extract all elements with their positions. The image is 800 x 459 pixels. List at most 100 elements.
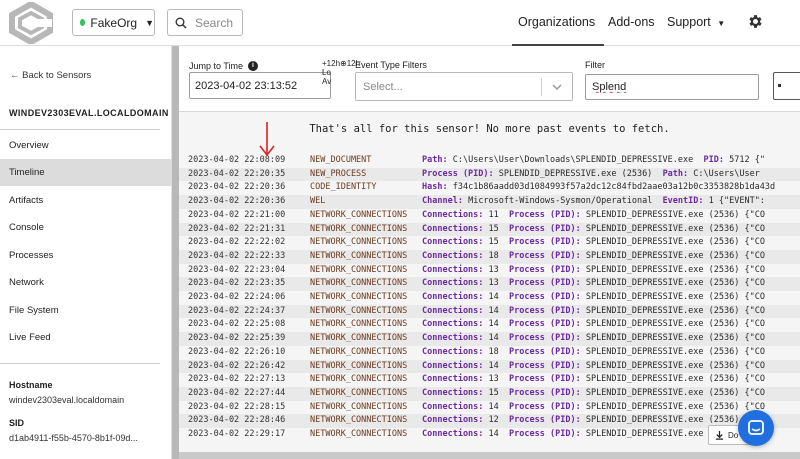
field-value: SPLENDID_DEPRESSIVE.exe (2536) {"CO [585,264,765,275]
event-type: NETWORK_CONNECTIONS [310,278,408,289]
field-key: Connections: [422,264,484,275]
filter-input[interactable] [585,74,759,100]
timeline-event-row[interactable]: 2023-04-02 22:26:42 NETWORK_CONNECTIONS Co… [179,359,800,374]
field-key: Process (PID): [509,429,581,439]
event-details: Connections: 15 Process (PID): SPLENDID_… [422,236,765,250]
timeline-event-row[interactable]: 2023-04-02 22:27:13 NETWORK_CONNECTIONS Co… [179,373,800,387]
field-key: Process (PID): [509,305,581,316]
nav-support-label: Support [667,15,711,29]
org-selector[interactable]: FakeOrg ▼ [72,9,155,36]
field-value: 1 {"EVENT": [708,196,765,207]
timeline-event-row[interactable]: 2023-04-02 22:23:04 NETWORK_CONNECTIONS Co… [179,264,800,278]
sidebar-item-network[interactable]: Network [0,269,172,296]
event-details: Path: C:\Users\User\Downloads\SPLENDID_D… [422,154,765,168]
nav-addons[interactable]: Add-ons [608,15,655,29]
timeline-event-row[interactable]: 2023-04-02 22:24:37 NETWORK_CONNECTIONS Co… [179,304,800,319]
event-timestamp: 2023-04-02 22:28:46 [188,415,286,426]
field-value: 14 [488,429,499,439]
event-details: Connections: 14 Process (PID): SPLENDID_… [422,291,765,305]
timeline-event-row[interactable]: 2023-04-02 22:20:36 WEL Channel: Microsoft… [179,195,800,209]
nav-organizations[interactable]: Organizations [518,15,595,29]
back-to-sensors-link[interactable]: ← Back to Sensors [10,70,91,81]
sidebar-item-processes[interactable]: Processes [0,242,172,269]
timeline-event-row[interactable]: 2023-04-02 22:20:36 CODE_IDENTITY Hash: f3… [179,181,800,195]
event-details: Connections: 11 Process (PID): SPLENDID_… [422,209,765,223]
timeline-event-row[interactable]: 2023-04-02 22:28:46 NETWORK_CONNECTIONS Co… [179,414,800,428]
chat-widget-button[interactable] [738,410,774,446]
jump-to-time-input[interactable] [189,72,331,99]
timeline-event-row[interactable]: 2023-04-02 22:23:35 NETWORK_CONNECTIONS Co… [179,277,800,291]
field-value: 11 [488,209,499,220]
timeline-event-row[interactable]: 2023-04-02 22:24:06 NETWORK_CONNECTIONS Co… [179,291,800,305]
timeline-event-row[interactable]: 2023-04-02 22:22:02 NETWORK_CONNECTIONS Co… [179,236,800,250]
jump-to-time-text: Jump to Time [189,61,244,71]
event-timestamp: 2023-04-02 22:25:39 [188,333,286,344]
event-details: Connections: 13 Process (PID): SPLENDID_… [422,373,765,387]
nav-support[interactable]: Support ▼ [667,15,725,29]
field-key: Path: [662,168,689,179]
field-key: Process (PID): [509,346,581,357]
event-details: Connections: 14 Process (PID): SPLENDID_… [422,318,765,332]
timeline-event-row[interactable]: 2023-04-02 22:21:31 NETWORK_CONNECTIONS Co… [179,222,800,237]
sidebar-item-live-feed[interactable]: Live Feed [0,324,172,351]
field-key: Process (PID): [509,319,581,330]
chevron-down-icon: ▼ [145,17,154,28]
info-icon[interactable]: i [248,61,259,71]
field-value: SPLENDID_DEPRESSIVE.exe (2536) {"CO [585,305,765,316]
download-label: Do [728,430,739,440]
field-value: SPLENDID_DEPRESSIVE.exe (2536) {"CO [585,292,765,302]
event-timeline[interactable]: That's all for this sensor! No more past… [179,112,800,459]
field-value: 13 [488,278,499,289]
more-options-button[interactable] [773,72,800,100]
timeline-event-row[interactable]: 2023-04-02 22:28:15 NETWORK_CONNECTIONS Co… [179,401,800,415]
event-details: Connections: 15 Process (PID): SPLENDID_… [422,387,765,401]
sidebar-item-overview[interactable]: Overview [0,132,172,159]
timeline-event-row[interactable]: 2023-04-02 22:25:08 NETWORK_CONNECTIONS Co… [179,318,800,332]
timeline-event-row[interactable]: 2023-04-02 22:21:00 NETWORK_CONNECTIONS Co… [179,209,800,223]
sidebar-item-timeline[interactable]: Timeline [0,159,172,186]
chat-icon [748,420,764,435]
event-details: Connections: 13 Process (PID): SPLENDID_… [422,277,765,291]
event-type: NETWORK_CONNECTIONS [310,209,408,220]
field-key: Connections: [422,319,484,330]
horizontal-scrollbar[interactable] [179,452,800,459]
event-details: Connections: 14 Process (PID): SPLENDID_… [422,332,765,346]
field-value: SPLENDID_DEPRESSIVE.exe (2536) {"CO [585,319,765,330]
field-key: Connections: [422,415,484,426]
event-timestamp: 2023-04-02 22:26:42 [188,360,286,371]
hostname-label: Hostname [9,380,53,390]
field-key: Process (PID): [509,237,581,248]
event-details: Channel: Microsoft-Windows-Sysmon/Operat… [422,195,765,209]
event-details: Connections: 18 Process (PID): SPLENDID_… [422,346,765,360]
sidebar-item-artifacts[interactable]: Artifacts [0,187,172,214]
gear-icon[interactable] [747,13,764,30]
search-input[interactable] [195,15,239,30]
sidebar-item-file-system[interactable]: File System [0,297,172,324]
field-key: Connections: [422,223,484,234]
search-box[interactable] [167,9,243,36]
event-type-select[interactable]: Select... [355,72,573,101]
field-key: Process (PID): [509,209,581,220]
field-value: SPLENDID_DEPRESSIVE.exe (2536) {"CO [585,278,765,289]
field-key: Hash: [422,182,448,193]
event-timestamp: 2023-04-02 22:21:31 [188,223,286,234]
timeline-event-row[interactable]: 2023-04-02 22:25:39 NETWORK_CONNECTIONS Co… [179,332,800,346]
event-details: Connections: 15 Process (PID): SPLENDID_… [422,223,765,237]
field-key: Connections: [422,250,484,261]
status-online-icon [80,19,86,26]
field-value: SPLENDID_DEPRESSIVE.exe (2536) {"CO [585,209,765,220]
timeline-event-row[interactable]: 2023-04-02 22:20:35 NEW_PROCESS Process (P… [179,167,800,182]
field-value: SPLENDID_DEPRESSIVE.exe (2536) {"CO [585,360,765,371]
logo-icon[interactable] [6,2,56,44]
event-type: NETWORK_CONNECTIONS [310,292,408,302]
event-timestamp: 2023-04-02 22:22:33 [188,250,286,261]
sidebar-item-console[interactable]: Console [0,214,172,241]
timeline-event-row[interactable]: 2023-04-02 22:26:10 NETWORK_CONNECTIONS Co… [179,346,800,360]
timeline-event-row[interactable]: 2023-04-02 22:27:44 NETWORK_CONNECTIONS Co… [179,386,800,401]
timeline-event-row[interactable]: 2023-04-02 22:22:33 NETWORK_CONNECTIONS Co… [179,249,800,264]
event-timestamp: 2023-04-02 22:26:10 [188,346,286,357]
timeline-event-row[interactable]: 2023-04-02 22:29:17 NETWORK_CONNECTIONS Co… [179,428,800,442]
sid-value: d1ab4911-f55b-4570-8b1f-09d... [9,433,138,443]
event-timestamp: 2023-04-02 22:24:06 [188,292,286,302]
sidebar-scrollbar[interactable] [172,46,179,459]
